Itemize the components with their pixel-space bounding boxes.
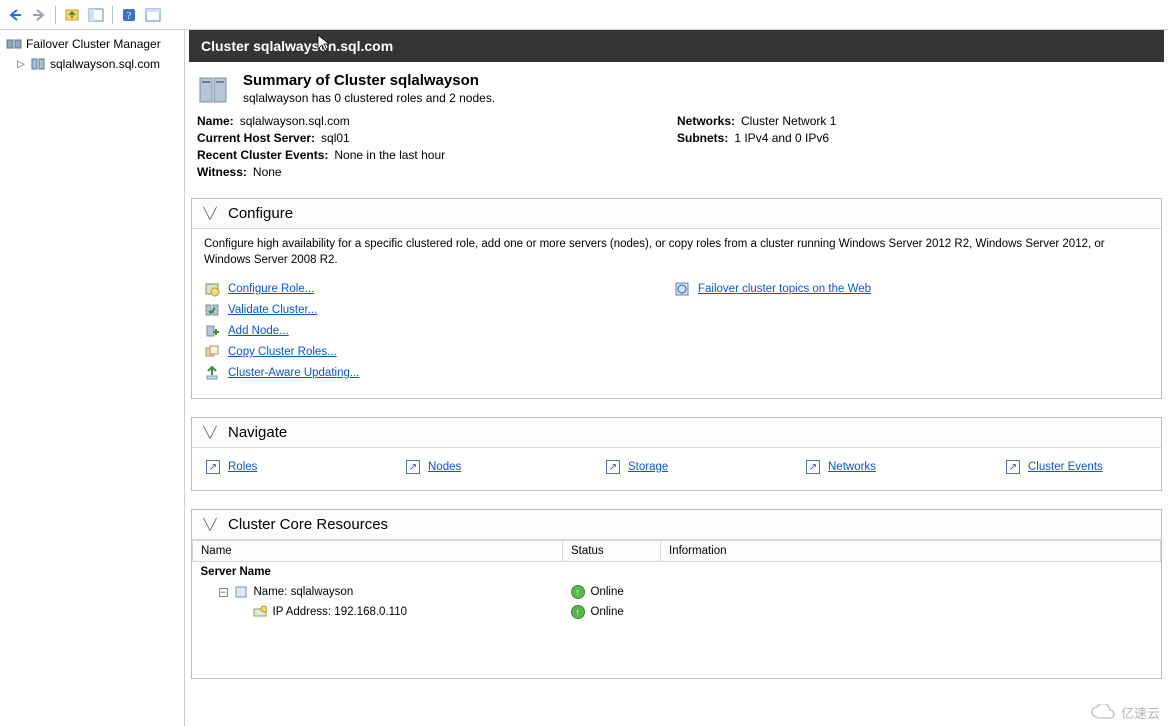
table-row[interactable]: − Name: sqlalwayson ↑Online — [193, 582, 1161, 602]
tree-root-label: Failover Cluster Manager — [26, 37, 161, 51]
add-node-link[interactable]: Add Node... — [228, 325, 289, 337]
help-button[interactable]: ? — [118, 4, 140, 26]
svg-text:?: ? — [127, 11, 132, 22]
nav-networks-link[interactable]: Networks — [828, 461, 876, 473]
cau-link[interactable]: Cluster-Aware Updating... — [228, 367, 359, 379]
cluster-manager-icon — [6, 36, 22, 52]
up-button[interactable] — [61, 4, 83, 26]
toolbar-separator — [112, 6, 113, 24]
cau-icon — [204, 365, 220, 381]
prop-subnets-label: Subnets: — [677, 131, 728, 145]
summary-section: Summary of Cluster sqlalwayson sqlalways… — [189, 64, 1164, 107]
web-topics-link[interactable]: Failover cluster topics on the Web — [698, 283, 871, 295]
tree-expand-icon[interactable]: ▷ — [16, 59, 26, 70]
copy-roles-icon — [204, 344, 220, 360]
prop-host-label: Current Host Server: — [197, 131, 315, 145]
resource-group-server-name[interactable]: Server Name — [193, 562, 1161, 583]
collapse-icon[interactable]: ╲╱ — [202, 517, 218, 533]
navigate-title: Navigate — [228, 424, 287, 441]
table-row[interactable]: IP Address: 192.168.0.110 ↑Online — [193, 602, 1161, 622]
validate-cluster-icon — [204, 302, 220, 318]
web-topics-icon — [674, 281, 690, 297]
cursor-icon — [317, 34, 331, 52]
cluster-properties: Name: sqlalwayson.sql.com Current Host Se… — [189, 107, 1164, 192]
content-title: Cluster sqlalwayson.sql.com — [201, 38, 393, 54]
view-button[interactable] — [142, 4, 164, 26]
summary-title: Summary of Cluster sqlalwayson — [243, 72, 495, 89]
show-hide-tree-button[interactable] — [85, 4, 107, 26]
copy-roles-link[interactable]: Copy Cluster Roles... — [228, 346, 337, 358]
toolbar-separator — [55, 6, 56, 24]
prop-witness-label: Witness: — [197, 165, 247, 179]
core-resources-table: Name Status Information Server Name − Na… — [192, 540, 1161, 678]
nav-roles-link[interactable]: Roles — [228, 461, 257, 473]
prop-host-value: sql01 — [321, 131, 350, 145]
back-button[interactable] — [4, 4, 26, 26]
forward-button[interactable] — [28, 4, 50, 26]
core-resources-section: ╲╱ Cluster Core Resources Name Status In… — [191, 509, 1162, 679]
content-pane: Cluster sqlalwayson.sql.com Summary of C… — [185, 30, 1168, 726]
col-info[interactable]: Information — [661, 541, 1161, 562]
collapse-row-icon[interactable]: − — [219, 588, 228, 597]
nav-storage-link[interactable]: Storage — [628, 461, 668, 473]
prop-name-label: Name: — [197, 114, 234, 128]
configure-section: ╲╱ Configure Configure high availability… — [191, 198, 1162, 399]
configure-instructions: Configure high availability for a specif… — [204, 237, 1149, 268]
prop-networks-value: Cluster Network 1 — [741, 114, 836, 128]
summary-subtitle: sqlalwayson has 0 clustered roles and 2 … — [243, 91, 495, 105]
configure-role-icon — [204, 281, 220, 297]
tree-pane: Failover Cluster Manager ▷ sqlalwayson.s… — [0, 30, 185, 726]
online-status-icon: ↑ — [571, 605, 585, 619]
prop-witness-value: None — [253, 165, 282, 179]
nav-events-link[interactable]: Cluster Events — [1028, 461, 1103, 473]
cluster-icon — [30, 56, 46, 72]
link-icon — [606, 460, 620, 474]
main-toolbar: ? — [0, 0, 1168, 30]
col-status[interactable]: Status — [563, 541, 661, 562]
link-icon — [206, 460, 220, 474]
cluster-summary-icon — [197, 72, 229, 104]
tree-root-failover-cluster-manager[interactable]: Failover Cluster Manager — [2, 34, 182, 54]
configure-role-link[interactable]: Configure Role... — [228, 283, 314, 295]
prop-events-value: None in the last hour — [334, 148, 445, 162]
watermark-icon — [1091, 704, 1117, 722]
link-icon — [406, 460, 420, 474]
prop-events-label: Recent Cluster Events: — [197, 148, 328, 162]
navigate-section: ╲╱ Navigate Roles Nodes Storage Networks… — [191, 417, 1162, 491]
collapse-icon[interactable]: ╲╱ — [202, 425, 218, 441]
table-header-row: Name Status Information — [193, 541, 1161, 562]
link-icon — [1006, 460, 1020, 474]
content-header: Cluster sqlalwayson.sql.com — [189, 30, 1164, 62]
prop-name-value: sqlalwayson.sql.com — [240, 114, 350, 128]
link-icon — [806, 460, 820, 474]
configure-title: Configure — [228, 205, 293, 222]
core-resources-title: Cluster Core Resources — [228, 516, 388, 533]
server-name-icon — [234, 585, 248, 599]
validate-cluster-link[interactable]: Validate Cluster... — [228, 304, 317, 316]
tree-cluster-label: sqlalwayson.sql.com — [50, 57, 160, 71]
prop-subnets-value: 1 IPv4 and 0 IPv6 — [734, 131, 829, 145]
watermark: 亿速云 — [1091, 703, 1160, 722]
online-status-icon: ↑ — [571, 585, 585, 599]
add-node-icon — [204, 323, 220, 339]
ip-address-icon — [253, 605, 267, 619]
nav-nodes-link[interactable]: Nodes — [428, 461, 461, 473]
col-name[interactable]: Name — [193, 541, 563, 562]
collapse-icon[interactable]: ╲╱ — [202, 206, 218, 222]
tree-item-cluster[interactable]: ▷ sqlalwayson.sql.com — [2, 54, 182, 74]
prop-networks-label: Networks: — [677, 114, 735, 128]
